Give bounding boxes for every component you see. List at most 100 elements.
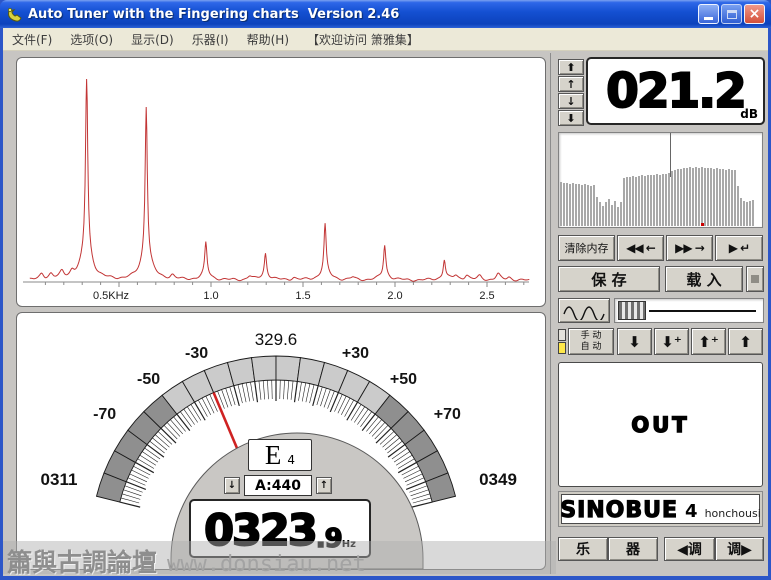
svg-text:329.6: 329.6 [255,330,298,349]
clear-memory-button[interactable]: 清除内存 [558,235,615,261]
svg-text:0349: 0349 [479,470,517,489]
key-next-label: 调▶ [727,542,752,558]
svg-text:+30: +30 [342,345,369,362]
tone-generator-button[interactable] [558,298,610,323]
svg-text:-30: -30 [185,345,208,362]
load-button[interactable]: 载 入 [665,266,743,292]
history-bar [668,172,670,226]
history-bar [674,169,676,226]
history-bar [752,200,754,226]
menu-item-options[interactable]: 选项(O) [61,31,122,48]
spectrum-panel: 0.5KHz 1.0 1.5 2.0 2.5 [16,57,546,307]
frequency-unit: Hz [341,539,356,550]
slider-thumb[interactable] [618,301,646,320]
play-button[interactable]: ▶ ↵ [715,235,763,261]
slider-track [649,309,756,312]
volume-slider[interactable] [614,298,764,323]
note-down-step-button[interactable]: ⬇⁺ [654,328,689,355]
history-bar [734,169,736,226]
db-down-button[interactable]: ↓ [558,93,584,109]
history-bar [566,182,568,226]
down-arrow-icon: ↓ [227,480,237,491]
ref-pitch-up-button[interactable]: ↑ [316,477,332,494]
db-down-fast-button[interactable]: ⬇ [558,110,584,126]
history-bar [728,168,730,226]
app-window: Auto Tuner with the Fingering charts Ver… [0,0,771,580]
db-unit: dB [740,107,758,121]
history-bar [632,176,634,226]
play-icon: ▶ ↵ [728,241,750,255]
history-bar [743,201,745,226]
history-bar [689,167,691,226]
history-bar [719,168,721,226]
auto-label: 自 动 [580,341,602,352]
history-bar [677,168,679,226]
svg-text:2.5: 2.5 [479,290,494,302]
frequency-integer: 0323 [203,506,319,557]
history-bar [620,202,622,226]
note-octave: 4 [287,453,296,467]
history-bar [695,167,697,226]
menu-item-instrument[interactable]: 乐器(I) [183,31,238,48]
manual-auto-button[interactable]: 手 动 自 动 [568,328,614,355]
instrument-prev-label: 乐 [576,542,590,558]
save-button[interactable]: 保 存 [558,266,660,292]
history-bar [725,169,727,226]
history-bar [587,184,589,226]
note-down-fast-button[interactable]: ⬇ [617,328,652,355]
history-bar [731,169,733,226]
panel-divider [550,53,551,574]
client-area: 0.5KHz 1.0 1.5 2.0 2.5 -70 -50 -30 +30 +50 +70 329… [3,51,768,577]
note-up-fast-button[interactable]: ⬆ [728,328,763,355]
history-bar [722,168,724,226]
history-bar [584,183,586,226]
db-up-button[interactable]: ↑ [558,76,584,92]
stop-button[interactable] [746,266,764,292]
history-bar [737,185,739,226]
instrument-number: 4 [685,501,698,522]
history-bar [563,182,565,226]
rewind-button[interactable]: ◀◀ ← [617,235,664,261]
history-bar [596,197,598,226]
note-up-step-button[interactable]: ⬆⁺ [691,328,726,355]
instrument-next-button[interactable]: 器 [608,537,658,561]
db-up-fast-button[interactable]: ⬆ [558,59,584,75]
close-button[interactable]: × [744,4,765,24]
menu-item-help[interactable]: 帮助(H) [238,31,298,48]
down-arrow-icon: ↓ [566,94,576,108]
history-bar [560,181,562,226]
svg-text:1.5: 1.5 [295,290,310,302]
menu-item-display[interactable]: 显示(D) [122,31,183,48]
forward-button[interactable]: ▶▶ → [666,235,713,261]
history-bar [638,176,640,226]
note-letter: E [264,439,282,470]
history-bar [749,201,751,226]
instrument-name: SINOBUE [560,497,679,523]
history-bar [626,177,628,226]
key-next-button[interactable]: 调▶ [715,537,764,561]
history-bar [746,202,748,226]
svg-text:+70: +70 [434,406,461,423]
frequency-decimal: .9 [315,524,343,554]
tuner-gauge-panel: -70 -50 -30 +30 +50 +70 329.6 0311 0349 E 4 ↓ A:… [16,312,546,570]
instrument-prev-button[interactable]: 乐 [558,537,608,561]
db-level-display: 021.2 dB [586,57,765,125]
history-bar [659,175,661,226]
ref-pitch-down-button[interactable]: ↓ [224,477,240,494]
out-label: OUT [631,412,690,438]
history-bar [608,199,610,226]
history-bar [572,182,574,226]
maximize-button[interactable] [721,4,742,24]
ref-pitch-value: A:440 [255,477,301,494]
down-arrow-icon: ⬇ [628,332,641,351]
history-bar [671,170,673,226]
key-prev-button[interactable]: ◀调 [664,537,715,561]
instrument-display-frame: SINOBUE 4 honchousi [558,491,763,527]
history-bar [692,168,694,226]
save-label: 保 存 [591,270,627,289]
minimize-button[interactable] [698,4,719,24]
history-bar [614,201,616,226]
instrument-next-label: 器 [626,542,640,558]
menu-item-file[interactable]: 文件(F) [3,31,61,48]
auto-indicator [558,342,566,354]
